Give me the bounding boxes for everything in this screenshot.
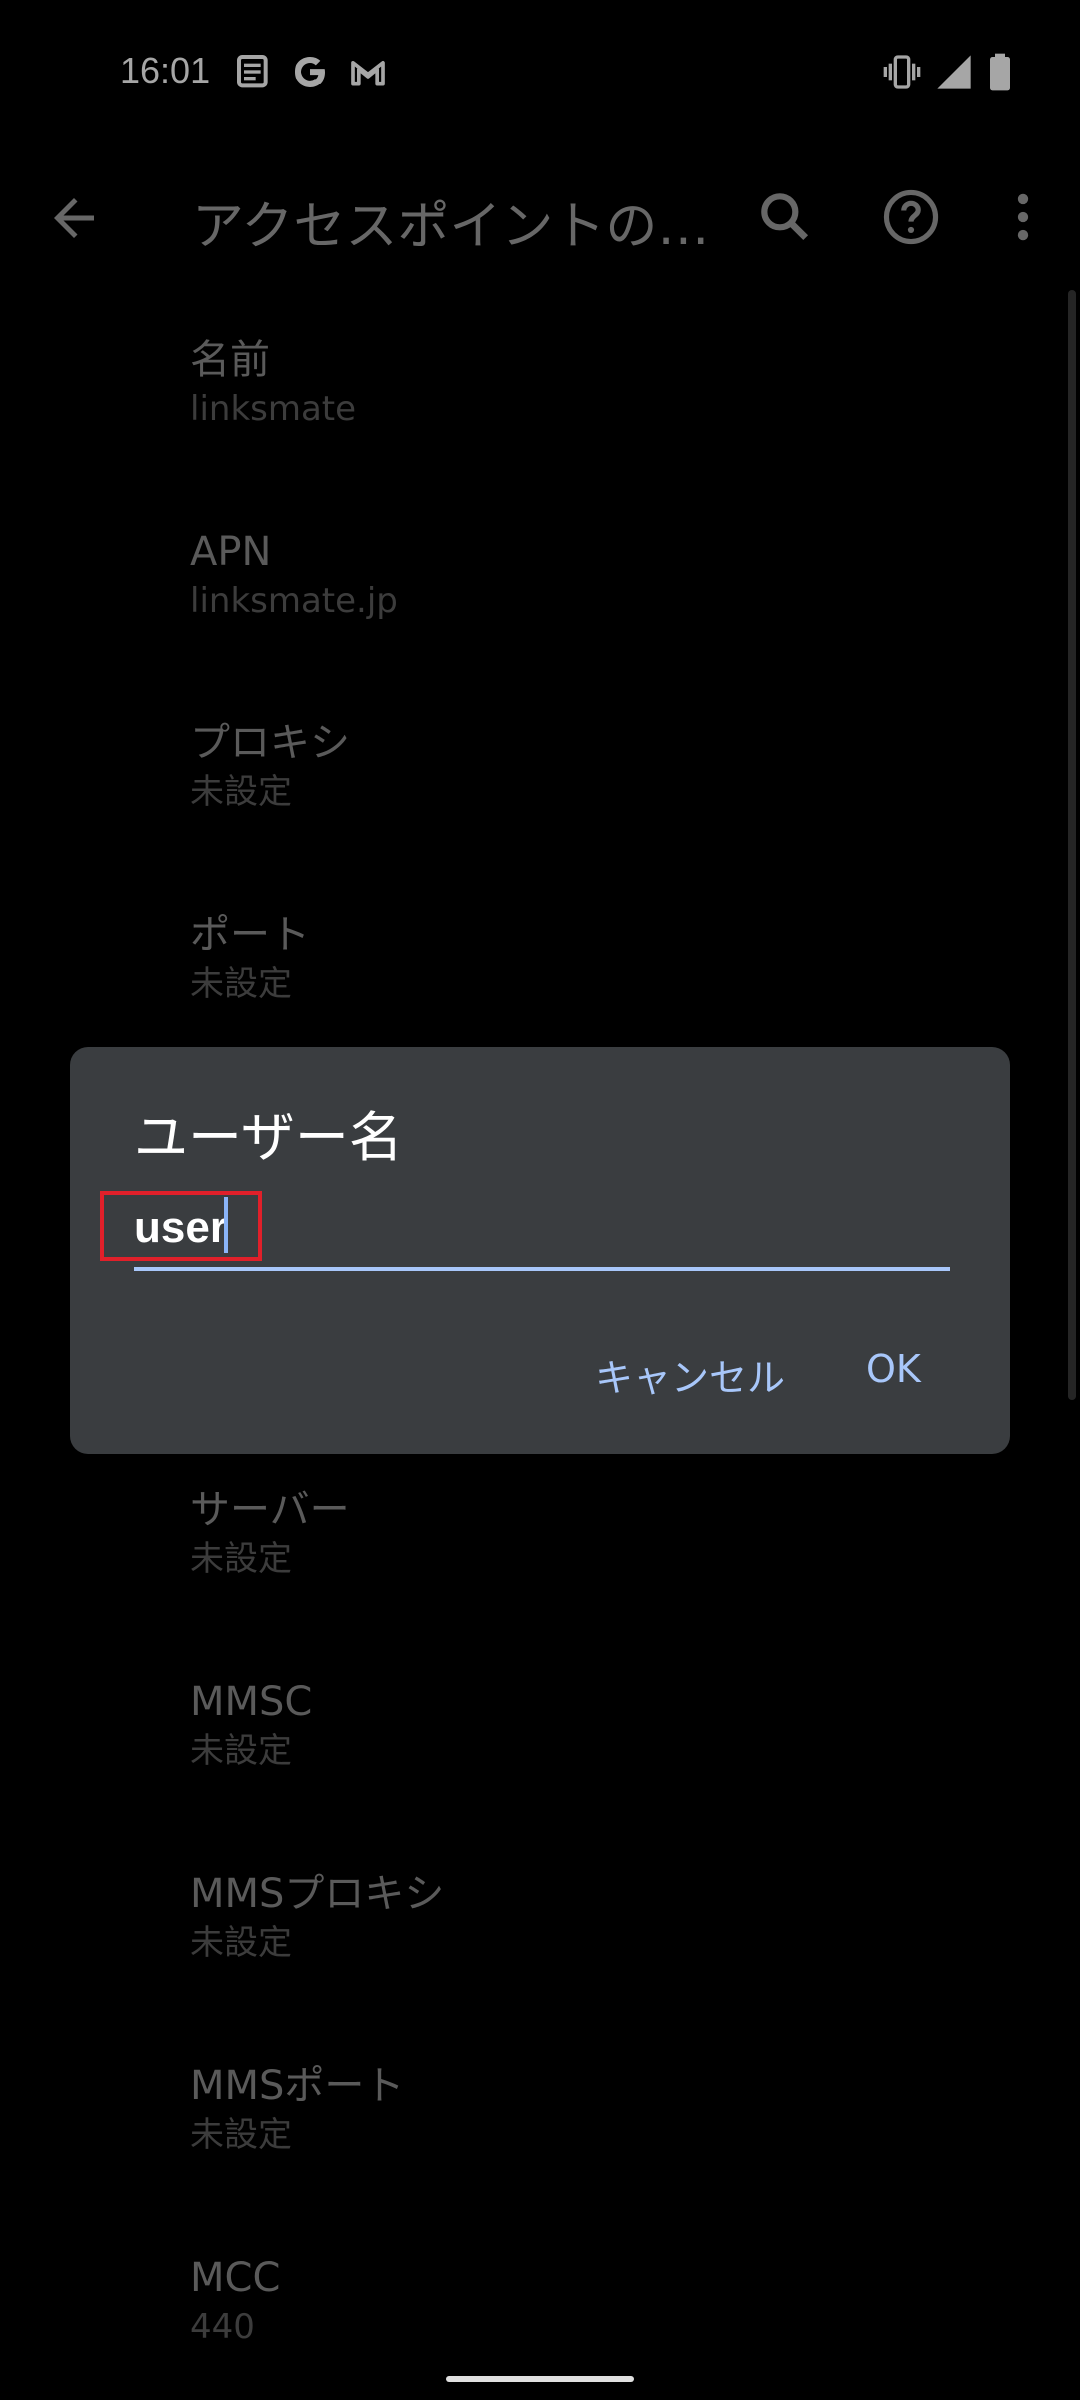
list-item-label: APN: [190, 529, 272, 575]
list-item-mms-port[interactable]: MMSポート 未設定: [190, 2061, 990, 2211]
gesture-nav-handle[interactable]: [446, 2376, 634, 2382]
list-item-mms-proxy[interactable]: MMSプロキシ 未設定: [190, 1869, 990, 2019]
list-item-value: 未設定: [190, 2115, 292, 2155]
cancel-button[interactable]: キャンセル: [595, 1347, 785, 1402]
list-item-apn[interactable]: APN linksmate.jp: [190, 527, 990, 677]
list-item-proxy[interactable]: プロキシ 未設定: [190, 718, 990, 868]
more-vert-icon[interactable]: [992, 186, 1054, 248]
list-item-port[interactable]: ポート 未設定: [190, 910, 990, 1060]
dialog-title: ユーザー名: [134, 1106, 403, 1169]
input-underline: [134, 1267, 950, 1271]
list-item-mmsc[interactable]: MMSC 未設定: [190, 1677, 990, 1827]
list-item-value: 未設定: [190, 1539, 292, 1579]
help-icon[interactable]: [880, 186, 942, 248]
list-item-label: MMSポート: [190, 2063, 405, 2109]
list-item-value: linksmate: [190, 389, 357, 429]
search-icon[interactable]: [754, 186, 816, 248]
list-item-label: MMSC: [190, 1679, 313, 1725]
list-item-value: 未設定: [190, 772, 292, 812]
list-item-value: 未設定: [190, 1731, 292, 1771]
signal-icon: [937, 55, 971, 89]
list-item-label: 名前: [190, 337, 270, 383]
google-icon: [295, 57, 325, 87]
back-arrow-icon[interactable]: [44, 188, 104, 248]
list-item-label: MMSプロキシ: [190, 1871, 445, 1917]
status-bar: 16:01: [0, 0, 1080, 140]
scrollbar[interactable]: [1068, 290, 1076, 1400]
news-icon: [237, 55, 268, 88]
list-item-value: linksmate.jp: [190, 581, 398, 621]
ok-button[interactable]: OK: [866, 1347, 921, 1391]
annotation-highlight-box: [100, 1191, 262, 1261]
gmail-icon: [351, 61, 385, 86]
list-item-label: MCC: [190, 2255, 281, 2301]
list-item-value: 未設定: [190, 964, 292, 1004]
page-title: アクセスポイントの…: [192, 197, 710, 257]
list-item-label: サーバー: [190, 1487, 350, 1533]
vibrate-icon: [883, 55, 921, 89]
list-item-label: ポート: [190, 912, 310, 958]
list-item-server[interactable]: サーバー 未設定: [190, 1485, 990, 1635]
clock: 16:01: [120, 50, 211, 91]
battery-icon: [990, 53, 1010, 91]
username-dialog: ユーザー名 キャンセル OK: [70, 1047, 1010, 1454]
app-bar: アクセスポイントの…: [0, 160, 1080, 280]
list-item-name[interactable]: 名前 linksmate: [190, 335, 990, 485]
list-item-value: 440: [190, 2307, 255, 2347]
list-item-value: 未設定: [190, 1923, 292, 1963]
list-item-label: プロキシ: [190, 720, 350, 766]
